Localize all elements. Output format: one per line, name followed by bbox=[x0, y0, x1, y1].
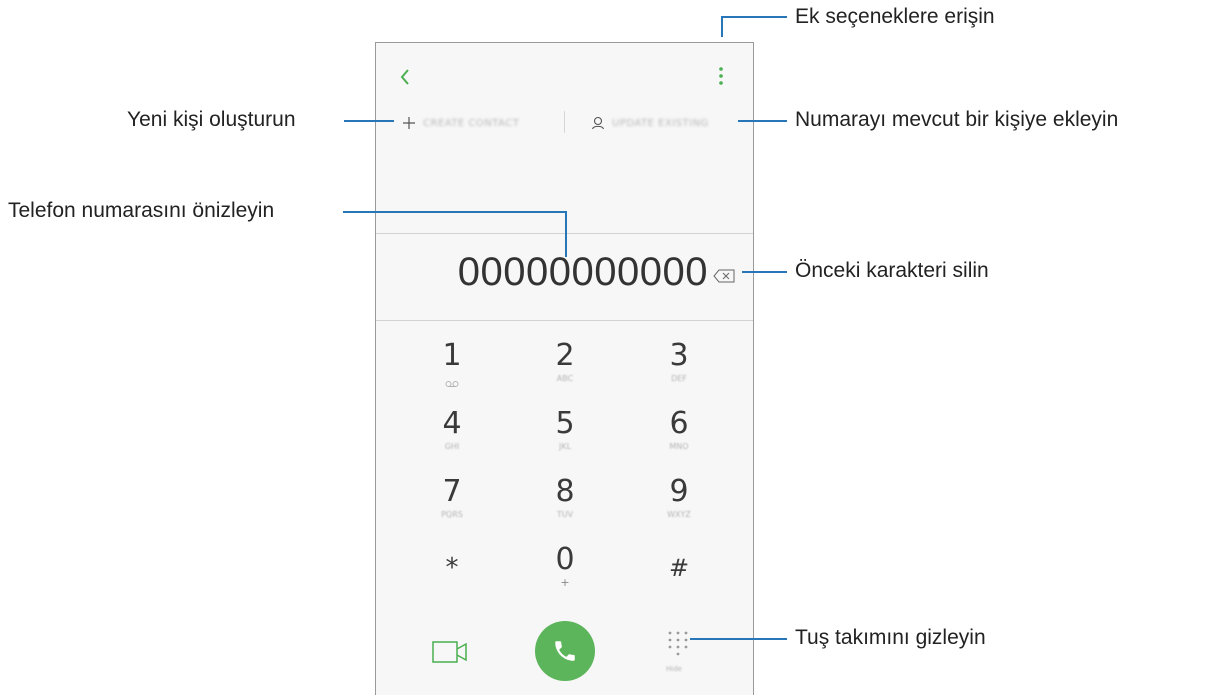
callout-line-delete bbox=[742, 271, 787, 273]
divider bbox=[564, 111, 565, 133]
key-9[interactable]: 9 WXYZ bbox=[619, 469, 739, 535]
back-button[interactable] bbox=[394, 65, 418, 89]
video-call-button[interactable] bbox=[432, 639, 468, 665]
key-letters: PQRS bbox=[441, 510, 463, 519]
callout-line-more-h bbox=[721, 16, 787, 18]
callout-more-options: Ek seçeneklere erişin bbox=[795, 5, 995, 28]
callout-line-preview-h bbox=[343, 211, 567, 213]
backspace-button[interactable] bbox=[713, 268, 735, 283]
key-7[interactable]: 7 PQRS bbox=[392, 469, 512, 535]
create-contact-button[interactable]: CREATE CONTACT bbox=[401, 107, 519, 139]
key-digit: 8 bbox=[555, 474, 575, 509]
dialer-screen: CREATE CONTACT UPDATE EXISTING 000000000… bbox=[375, 42, 754, 695]
chevron-left-icon bbox=[400, 69, 409, 85]
key-digit: 9 bbox=[669, 474, 689, 509]
backspace-icon bbox=[713, 269, 735, 283]
key-digit: 3 bbox=[669, 338, 689, 373]
callout-line-update bbox=[738, 120, 787, 122]
callout-delete-char: Önceki karakteri silin bbox=[795, 259, 989, 282]
phone-icon bbox=[555, 641, 575, 661]
person-icon bbox=[591, 116, 605, 130]
key-digit: 6 bbox=[669, 406, 689, 441]
key-letters: ABC bbox=[556, 374, 574, 383]
key-digit: 1 bbox=[442, 338, 462, 373]
key-digit: 2 bbox=[555, 338, 575, 373]
key-digit: 4 bbox=[442, 406, 462, 441]
key-1[interactable]: 1 bbox=[392, 333, 512, 399]
key-letters: JKL bbox=[558, 442, 572, 451]
key-letters: DEF bbox=[671, 374, 687, 383]
video-camera-icon bbox=[432, 641, 467, 663]
hide-keypad-label: Hide bbox=[666, 665, 682, 673]
voicemail-icon bbox=[445, 381, 459, 387]
callout-line-hide bbox=[690, 638, 787, 640]
more-options-button[interactable] bbox=[713, 63, 729, 89]
key-hash[interactable]: # bbox=[619, 537, 739, 603]
callout-line-preview-v bbox=[565, 211, 567, 257]
key-digit: * bbox=[445, 553, 459, 583]
key-letters: GHI bbox=[444, 442, 460, 451]
key-4[interactable]: 4 GHI bbox=[392, 401, 512, 467]
callout-line-create bbox=[344, 120, 394, 122]
key-0[interactable]: 0 + bbox=[505, 537, 625, 603]
call-button[interactable] bbox=[535, 621, 595, 681]
key-letters: WXYZ bbox=[667, 510, 691, 519]
callout-hide-keypad: Tuş takımını gizleyin bbox=[795, 626, 986, 649]
key-2[interactable]: 2 ABC bbox=[505, 333, 625, 399]
key-8[interactable]: 8 TUV bbox=[505, 469, 625, 535]
phone-number: 00000000000 bbox=[457, 250, 708, 294]
callout-add-existing: Numarayı mevcut bir kişiye ekleyin bbox=[795, 108, 1119, 131]
keypad-icon bbox=[668, 631, 688, 656]
update-existing-label: UPDATE EXISTING bbox=[612, 117, 709, 129]
key-digit: 5 bbox=[555, 406, 575, 441]
key-digit: 0 bbox=[555, 542, 575, 577]
key-plus: + bbox=[560, 576, 570, 589]
key-letters: MNO bbox=[669, 442, 689, 451]
key-3[interactable]: 3 DEF bbox=[619, 333, 739, 399]
callout-preview-number: Telefon numarasını önizleyin bbox=[8, 199, 275, 222]
key-letters: TUV bbox=[556, 510, 574, 519]
key-digit: # bbox=[668, 554, 690, 582]
hide-keypad-button[interactable] bbox=[666, 629, 690, 659]
key-5[interactable]: 5 JKL bbox=[505, 401, 625, 467]
create-contact-label: CREATE CONTACT bbox=[423, 117, 520, 129]
key-6[interactable]: 6 MNO bbox=[619, 401, 739, 467]
update-existing-button[interactable]: UPDATE EXISTING bbox=[590, 107, 709, 139]
key-star[interactable]: * bbox=[392, 537, 512, 603]
plus-icon bbox=[403, 117, 415, 129]
callout-line-more bbox=[721, 17, 723, 37]
callout-create-contact: Yeni kişi oluşturun bbox=[127, 108, 296, 131]
key-digit: 7 bbox=[442, 474, 462, 509]
more-vertical-icon bbox=[719, 67, 723, 85]
call-actions: Hide bbox=[376, 617, 753, 695]
